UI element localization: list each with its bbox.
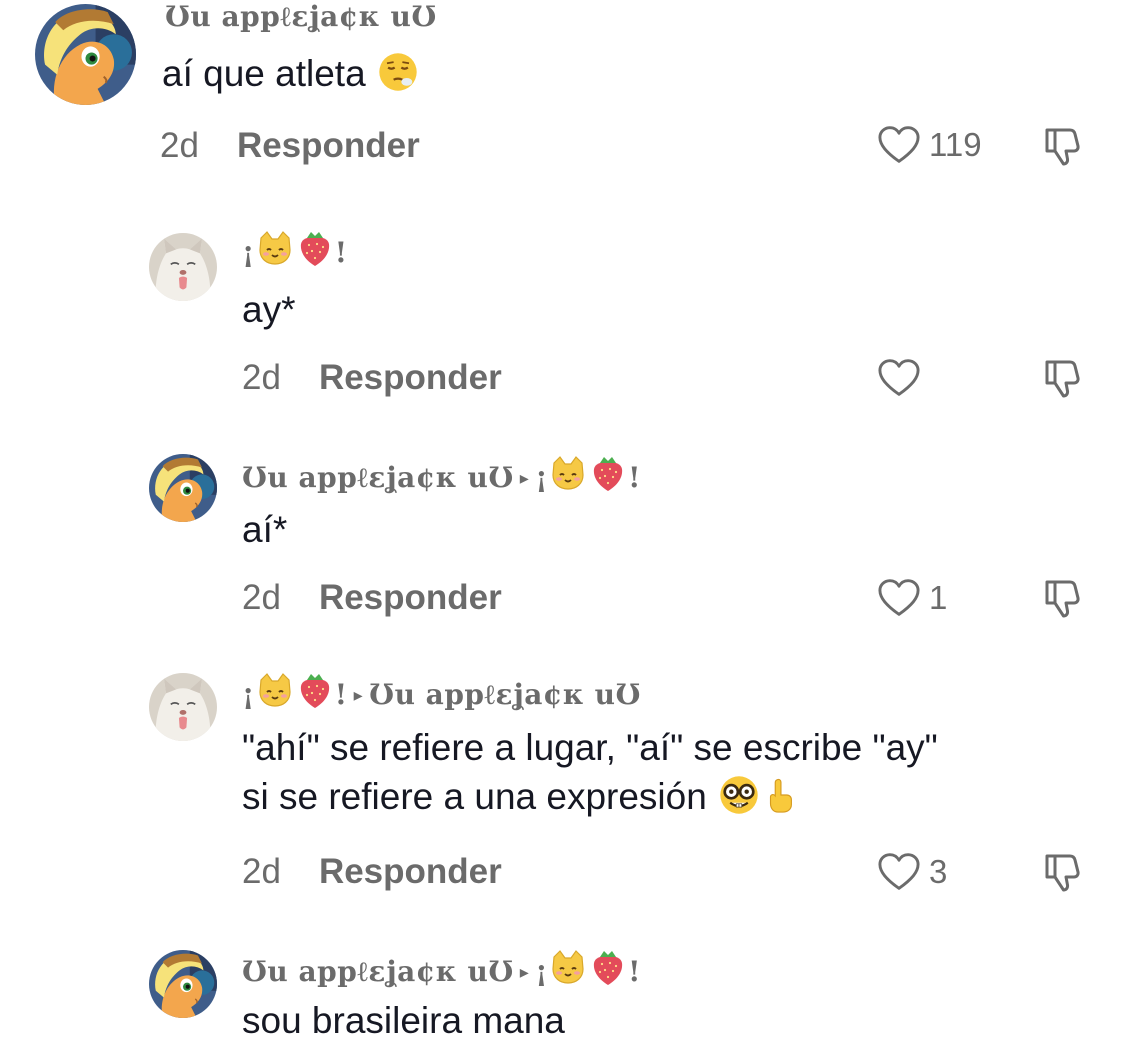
comment-time: 2d xyxy=(160,126,199,165)
username-suffix: ! xyxy=(334,236,348,269)
cat-photo-avatar-icon xyxy=(149,673,217,741)
cat-face-emoji-icon xyxy=(548,453,588,493)
reply-button[interactable]: Responder xyxy=(319,358,502,397)
dislike-button[interactable] xyxy=(1041,356,1085,400)
reply-button[interactable]: Responder xyxy=(319,852,502,891)
comment-text-line-1: "ahí" se refiere a lugar, "aí" se escrib… xyxy=(242,727,938,768)
like-button[interactable]: 3 xyxy=(877,852,947,892)
pony-avatar-icon xyxy=(35,4,136,105)
thumbs-down-outline-icon xyxy=(1041,124,1085,168)
avatar-applejack[interactable] xyxy=(35,4,136,105)
cat-face-emoji-icon xyxy=(255,670,295,710)
cat-face-emoji-icon xyxy=(548,947,588,987)
pony-avatar-icon xyxy=(149,454,217,522)
username-suffix: ! xyxy=(334,678,348,711)
like-count: 119 xyxy=(929,126,982,163)
username[interactable]: Ʊu appℓεʝa¢κ uƱ ▸ ¡! xyxy=(242,453,641,495)
like-button[interactable]: 119 xyxy=(877,125,982,165)
like-button[interactable]: 1 xyxy=(877,578,947,618)
reply-to-suffix: ! xyxy=(628,461,641,494)
comment-text-content: aí que atleta xyxy=(162,53,366,94)
like-count: 1 xyxy=(929,579,948,616)
reply-to-prefix: ¡ xyxy=(535,461,549,494)
comment-meta: 2d Responder xyxy=(242,358,502,398)
avatar-cat[interactable] xyxy=(149,673,217,741)
heart-outline-icon xyxy=(877,578,921,618)
comment-meta: 2d Responder xyxy=(160,126,420,166)
thumbs-down-outline-icon xyxy=(1041,356,1085,400)
reply-arrow-icon: ▸ xyxy=(353,685,364,706)
avatar-applejack[interactable] xyxy=(149,454,217,522)
reply-button[interactable]: Responder xyxy=(319,578,502,617)
comment-text: aí* xyxy=(242,509,288,550)
comment-meta: 2d Responder xyxy=(242,578,502,618)
heart-outline-icon xyxy=(877,852,921,892)
username[interactable]: ¡! ▸ Ʊu appℓεʝa¢κ uƱ xyxy=(242,670,641,712)
dislike-button[interactable] xyxy=(1041,850,1085,894)
reply-to-suffix: ! xyxy=(628,955,641,988)
comment-time: 2d xyxy=(242,852,281,891)
like-count: 3 xyxy=(929,853,948,890)
username[interactable]: Ʊu appℓεʝa¢κ uƱ xyxy=(165,0,437,34)
username-text: Ʊu appℓεʝa¢κ uƱ xyxy=(242,955,514,988)
relieved-face-emoji-icon xyxy=(376,50,420,94)
pony-avatar-icon xyxy=(149,950,217,1018)
pointing-up-emoji-icon xyxy=(761,773,799,817)
cat-photo-avatar-icon xyxy=(149,233,217,301)
heart-outline-icon xyxy=(877,358,921,398)
reply-arrow-icon: ▸ xyxy=(519,962,530,983)
heart-outline-icon xyxy=(877,125,921,165)
comment-time: 2d xyxy=(242,578,281,617)
avatar-cat[interactable] xyxy=(149,233,217,301)
reply-arrow-icon: ▸ xyxy=(519,468,530,489)
reply-to-username: Ʊu appℓεʝa¢κ uƱ xyxy=(369,678,641,711)
username-text: Ʊu appℓεʝa¢κ uƱ xyxy=(242,461,514,494)
username-prefix: ¡ xyxy=(242,236,255,269)
reply-to-prefix: ¡ xyxy=(535,955,549,988)
comment-text: sou brasileira mana xyxy=(242,1000,565,1041)
strawberry-emoji-icon xyxy=(295,670,335,710)
reply-button[interactable]: Responder xyxy=(237,126,420,165)
like-button[interactable] xyxy=(877,358,929,398)
comment-time: 2d xyxy=(242,358,281,397)
thumbs-down-outline-icon xyxy=(1041,850,1085,894)
comment-text-line-2: si se refiere a una expresión xyxy=(242,773,938,822)
nerd-face-emoji-icon xyxy=(717,773,761,817)
username[interactable]: Ʊu appℓεʝa¢κ uƱ ▸ ¡! xyxy=(242,947,641,989)
comment-text: aí que atleta xyxy=(162,50,420,99)
username-prefix: ¡ xyxy=(242,678,255,711)
cat-face-emoji-icon xyxy=(255,228,295,268)
comment-meta: 2d Responder xyxy=(242,852,502,892)
dislike-button[interactable] xyxy=(1041,576,1085,620)
comment-text: ay* xyxy=(242,289,296,330)
thumbs-down-outline-icon xyxy=(1041,576,1085,620)
strawberry-emoji-icon xyxy=(588,947,628,987)
strawberry-emoji-icon xyxy=(588,453,628,493)
username[interactable]: ¡! xyxy=(242,228,348,269)
strawberry-emoji-icon xyxy=(295,228,335,268)
dislike-button[interactable] xyxy=(1041,124,1085,168)
comment-text-line-2-content: si se refiere a una expresión xyxy=(242,775,707,817)
avatar-applejack[interactable] xyxy=(149,950,217,1018)
comment-text: "ahí" se refiere a lugar, "aí" se escrib… xyxy=(242,724,938,822)
